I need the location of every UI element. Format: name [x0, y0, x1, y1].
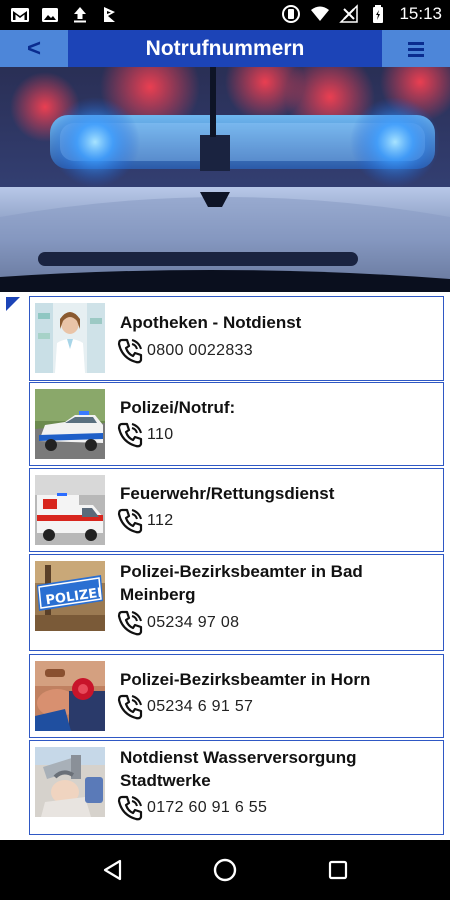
menu-icon	[408, 41, 424, 57]
police-car-thumbnail	[35, 389, 105, 459]
system-nav-bar	[0, 840, 450, 900]
phone-icon	[117, 508, 143, 534]
clock: 15:13	[399, 4, 442, 23]
entry-title: Polizei/Notruf:	[120, 398, 236, 417]
phone-number: 0800 0022833	[147, 342, 253, 359]
phone-link[interactable]: 0172 60 91 6 55	[116, 794, 267, 822]
phone-icon	[117, 795, 143, 821]
entry-title: Polizei-Bezirksbeamter in Horn	[120, 670, 371, 689]
list-item-apotheken[interactable]: Apotheken - Notdienst 0800 0022833	[29, 296, 444, 381]
image-icon	[42, 8, 58, 22]
phone-link[interactable]: 05234 97 08	[116, 609, 239, 637]
phone-icon	[117, 694, 143, 720]
list-item-wasserversorgung[interactable]: Notdienst Wasserversorgung Stadtwerke 01…	[29, 740, 444, 835]
entry-title: Notdienst Wasserversorgung Stadtwerke	[120, 748, 357, 790]
hero-image	[0, 67, 450, 292]
list-item-feuerwehr[interactable]: Feuerwehr/Rettungsdienst 112	[29, 468, 444, 552]
status-bar: 15:13	[0, 0, 450, 30]
list-item-bezirksbeamter-horn[interactable]: Polizei-Bezirksbeamter in Horn 05234 6 9…	[29, 654, 444, 738]
app-bar: < Notrufnummern	[0, 30, 450, 67]
gmail-icon	[11, 8, 29, 22]
no-signal-icon	[339, 4, 359, 23]
flag-icon	[104, 7, 115, 22]
police-officer-thumbnail	[35, 661, 105, 731]
phone-link[interactable]: 05234 6 91 57	[116, 693, 253, 721]
phone-number: 112	[147, 512, 174, 529]
pharmacist-thumbnail	[35, 303, 105, 373]
list-item-bezirksbeamter-bad-meinberg[interactable]: POLIZEI Polizei-Bezirksbeamter in Bad Me…	[29, 554, 444, 651]
back-nav-icon[interactable]	[100, 857, 126, 883]
phone-icon	[117, 610, 143, 636]
vibrate-icon	[282, 5, 301, 23]
page-title: Notrufnummern	[145, 36, 305, 60]
ambulance-thumbnail	[35, 475, 105, 545]
menu-button[interactable]	[382, 30, 450, 67]
recents-nav-icon[interactable]	[325, 857, 351, 883]
battery-icon	[373, 5, 384, 23]
phone-link[interactable]: 112	[116, 507, 173, 535]
phone-number: 0172 60 91 6 55	[147, 799, 268, 816]
entry-title: Feuerwehr/Rettungsdienst	[120, 484, 335, 503]
polizei-sign-thumbnail: POLIZEI	[35, 561, 105, 631]
phone-icon	[117, 422, 143, 448]
phone-number: 05234 97 08	[147, 614, 240, 631]
water-repair-thumbnail	[35, 747, 105, 817]
phone-number: 110	[147, 426, 174, 443]
phone-number: 05234 6 91 57	[147, 698, 254, 715]
wifi-icon	[311, 6, 330, 21]
list-corner-marker	[6, 297, 20, 311]
phone-link[interactable]: 0800 0022833	[116, 337, 253, 365]
notification-icons	[10, 5, 120, 25]
phone-link[interactable]: 110	[116, 421, 173, 449]
entry-title: Polizei-Bezirksbeamter in Bad Meinberg	[120, 562, 363, 604]
list-item-polizei-notruf[interactable]: Polizei/Notruf: 110	[29, 382, 444, 466]
phone-icon	[117, 338, 143, 364]
back-button[interactable]: <	[0, 30, 68, 67]
system-icons: 15:13	[281, 4, 442, 24]
home-nav-icon[interactable]	[212, 857, 238, 883]
entry-title: Apotheken - Notdienst	[120, 313, 302, 332]
upload-icon	[74, 7, 86, 23]
emergency-number-list: Apotheken - Notdienst 0800 0022833 Poliz…	[0, 292, 450, 840]
